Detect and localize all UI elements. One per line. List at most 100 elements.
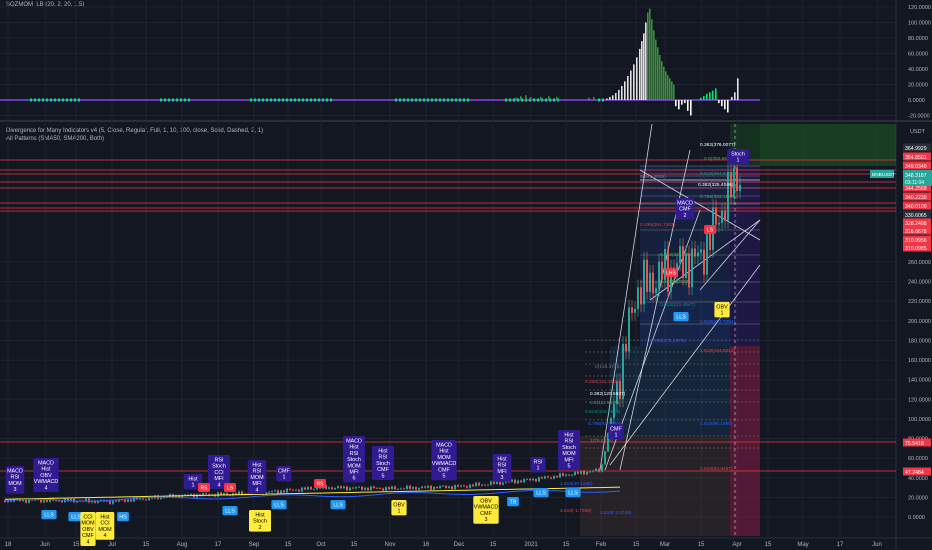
label-line: Hist <box>439 449 449 455</box>
divergence-label: HS <box>117 512 129 522</box>
osc-squeeze-dot <box>553 98 555 102</box>
label-line: Hist <box>349 445 359 451</box>
candle-body <box>478 482 480 486</box>
last-price-text: 348.3187 <box>905 173 927 179</box>
price-axis[interactable]: 120.0000 100.0000 80.0000 60.0000 40.0000 20.… <box>870 5 932 521</box>
osc-squeeze-dot <box>298 98 300 102</box>
price-badge: 47.2484 <box>903 467 931 476</box>
label-line: MOM <box>562 451 576 457</box>
candle-body <box>445 485 447 489</box>
label-line: 5 <box>382 473 385 479</box>
price-badge: 310.9956 <box>903 235 931 244</box>
divergence-label: LLS <box>673 312 689 322</box>
osc-tick-label: 0.0000 <box>908 98 925 104</box>
osc-histogram-bar <box>684 100 686 104</box>
label-line: Stoch <box>562 445 576 451</box>
candle-body <box>541 477 543 479</box>
label-line: MOM <box>81 521 95 527</box>
badge-text: 310.9956 <box>905 238 927 244</box>
time-axis[interactable]: 18 Jun 15 Jul 15 Aug 17 Sep 15 Oct 15 Nov 16 Dec 15 202… <box>5 542 882 548</box>
price-chart[interactable]: 0.382(376.0077)0.5(350.551)0.618(334.676… <box>0 0 932 550</box>
candle-body <box>457 485 459 487</box>
candle-body <box>577 471 579 474</box>
label-line: MOM <box>347 463 361 469</box>
label-line: MOM <box>98 527 112 533</box>
divergence-label: LLS <box>41 510 57 520</box>
candle-body <box>388 487 390 490</box>
label-line: 4 <box>104 533 107 539</box>
candle-body <box>340 486 342 489</box>
label-line: VWMACD <box>34 479 59 485</box>
candle-body <box>220 492 222 495</box>
candle-body <box>556 476 558 478</box>
osc-histogram-bar <box>649 8 651 100</box>
osc-squeeze-dot <box>423 98 425 102</box>
osc-squeeze-dot <box>399 98 401 102</box>
fib-level-label: 2.618(64.9467) <box>700 466 733 472</box>
label-line: 3 <box>501 475 504 481</box>
badge-text: 47.2484 <box>905 470 924 476</box>
tag-text: LHS <box>666 271 676 277</box>
osc-histogram-bar <box>669 78 671 100</box>
osc-squeeze-dot <box>459 98 461 102</box>
squeeze-momentum-histogram <box>0 8 760 116</box>
osc-histogram-bar <box>657 47 659 100</box>
candle-body <box>514 479 516 484</box>
candle-body <box>223 493 225 495</box>
fib-level-label: 2.618(164.8012) <box>700 348 736 354</box>
label-line: MACD <box>38 461 54 467</box>
divergence-label: MACDCMF2 <box>675 198 695 220</box>
candle-body <box>604 451 606 465</box>
candle-body <box>706 232 708 275</box>
osc-squeeze-dot <box>168 98 170 102</box>
label-line: MACD <box>7 469 23 475</box>
candle-body <box>565 474 567 476</box>
osc-histogram-bar <box>645 22 647 100</box>
osc-squeeze-dot <box>46 98 48 102</box>
divergence-label: HistRSIStochMOMMFI5 <box>558 430 580 471</box>
label-line: 1 <box>283 475 286 481</box>
osc-histogram-bar <box>643 33 645 100</box>
time-tick-label: 2021 <box>524 542 538 548</box>
badge-text: 75.5418 <box>905 441 924 447</box>
candle-body <box>55 500 57 502</box>
candle-body <box>436 486 438 489</box>
price-tick-label: 100.0000 <box>908 417 931 423</box>
candle-body <box>58 500 60 502</box>
last-price-badge: 348.318703:11:04 <box>903 170 932 186</box>
badge-text: 364.9929 <box>905 146 927 152</box>
osc-squeeze-dot <box>188 98 190 102</box>
fib-level-label: 0.236(291.7102) <box>640 222 676 228</box>
label-line: Hist <box>188 477 198 483</box>
osc-tick-label: 80.0000 <box>908 36 928 42</box>
candle-body <box>274 490 276 492</box>
divergence-label: HistCCIMOM4 <box>95 512 115 540</box>
candle-body <box>268 491 270 493</box>
label-line: MOM <box>8 481 22 487</box>
osc-histogram-bar <box>530 96 532 100</box>
osc-histogram-bar <box>734 92 736 100</box>
fib-level-label: 0.786(323.1544) <box>700 194 736 200</box>
osc-histogram-bar <box>548 96 550 100</box>
osc-squeeze-dot <box>176 98 178 102</box>
candle-body <box>28 499 30 503</box>
candle-body <box>601 464 603 472</box>
candle-body <box>592 470 594 472</box>
price-tick-label: 60.0000 <box>908 456 928 462</box>
candle-body <box>382 488 384 491</box>
osc-tick-label: 120.0000 <box>908 5 931 11</box>
candle-body <box>361 486 363 490</box>
label-line: 4 <box>256 487 259 493</box>
osc-squeeze-dot <box>533 98 535 102</box>
candle-body <box>463 485 465 487</box>
candle-body <box>292 489 294 491</box>
osc-squeeze-dot <box>30 98 32 102</box>
candle-body <box>526 479 528 480</box>
candle-body <box>547 476 549 478</box>
tag-text: RS <box>201 486 209 492</box>
label-line: 1 <box>737 158 740 164</box>
pattern-tag: RS <box>314 479 326 488</box>
osc-squeeze-dot <box>160 98 162 102</box>
label-line: LLS <box>333 503 343 509</box>
label-line: Hist <box>100 515 110 521</box>
